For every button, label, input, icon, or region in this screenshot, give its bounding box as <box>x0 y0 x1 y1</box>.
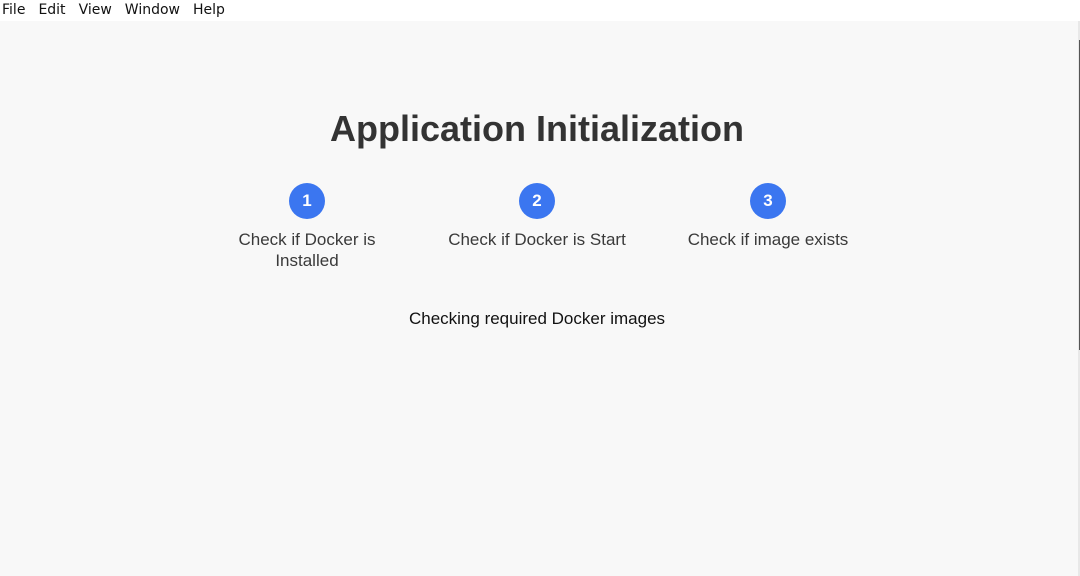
step-docker-started: 2 Check if Docker is Start <box>437 183 637 250</box>
step-number-badge: 1 <box>289 183 325 219</box>
app-window: File Edit View Window Help Application I… <box>0 0 1080 576</box>
menu-edit[interactable]: Edit <box>38 0 72 21</box>
page-title: Application Initialization <box>330 108 744 149</box>
status-message: Checking required Docker images <box>408 309 666 328</box>
menu-view[interactable]: View <box>79 0 119 21</box>
step-label: Check if Docker is Installed <box>238 230 376 270</box>
step-label: Check if Docker is Start <box>448 230 626 249</box>
steps-indicator: 1 Check if Docker is Installed 2 Check i… <box>0 183 1078 283</box>
step-label: Check if image exists <box>687 230 849 249</box>
main-content: Application Initialization 1 Check if Do… <box>0 21 1078 576</box>
step-docker-installed: 1 Check if Docker is Installed <box>207 183 407 271</box>
menu-window[interactable]: Window <box>125 0 187 21</box>
step-number-badge: 2 <box>519 183 555 219</box>
menu-help[interactable]: Help <box>193 0 232 21</box>
step-number-badge: 3 <box>750 183 786 219</box>
menu-bar: File Edit View Window Help <box>0 0 1080 21</box>
step-image-exists: 3 Check if image exists <box>668 183 868 250</box>
menu-file[interactable]: File <box>2 0 32 21</box>
